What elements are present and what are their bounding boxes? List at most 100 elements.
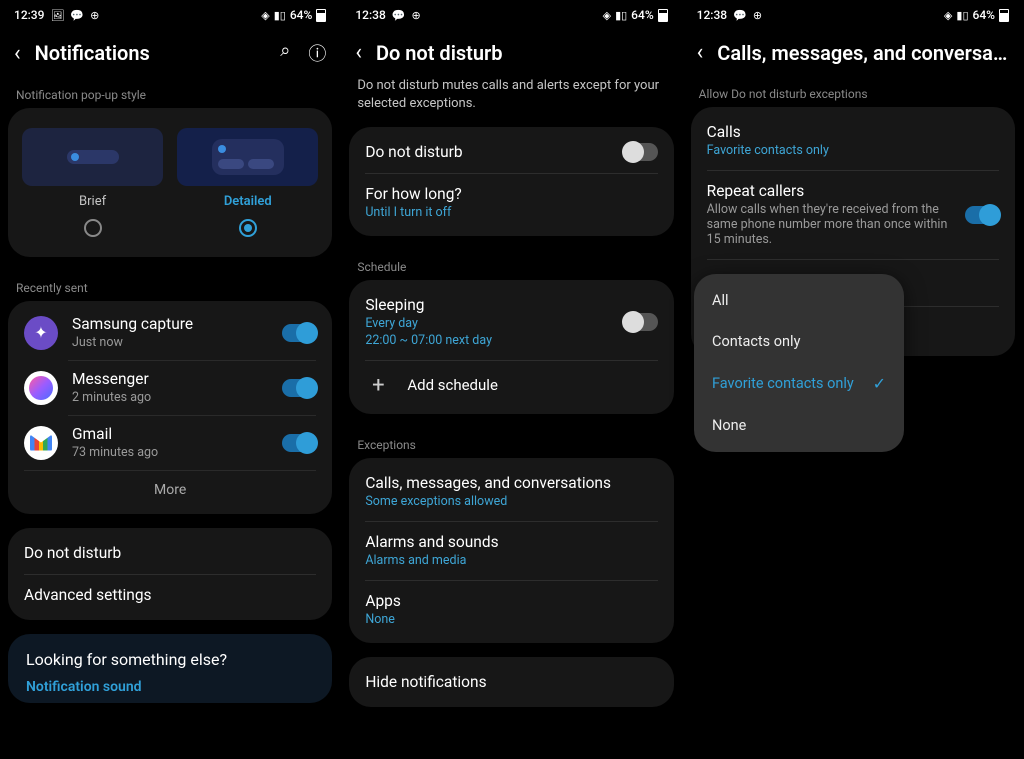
back-icon[interactable]: ‹ xyxy=(697,40,704,65)
signal-icon: ▮▯ xyxy=(615,9,627,22)
gmail-app-icon xyxy=(24,426,58,460)
check-icon: ✓ xyxy=(873,374,886,393)
schedule-card: Sleeping Every day 22:00 ~ 07:00 next da… xyxy=(349,280,673,414)
status-bar: 12:38 💬 ⊕ ◈ ▮▯ 64% xyxy=(683,0,1023,30)
calls-sub: Favorite contacts only xyxy=(707,143,999,158)
search-icon[interactable]: ⌕ xyxy=(280,40,290,66)
add-schedule-label: Add schedule xyxy=(407,376,498,394)
more-button[interactable]: More xyxy=(8,470,332,510)
apps-row[interactable]: Apps None xyxy=(349,580,673,639)
app-time: 73 minutes ago xyxy=(72,445,268,460)
advanced-settings-row[interactable]: Advanced settings xyxy=(8,574,332,616)
messenger-icon-2: ⊕ xyxy=(90,9,99,22)
dropdown-option-none[interactable]: None xyxy=(694,405,904,446)
schedule-name: Sleeping xyxy=(365,296,611,314)
hide-notifications-row[interactable]: Hide notifications xyxy=(349,661,673,703)
back-icon[interactable]: ‹ xyxy=(14,41,21,66)
calls-dropdown-menu: All Contacts only Favorite contacts only… xyxy=(694,274,904,452)
add-schedule-row[interactable]: + Add schedule xyxy=(349,360,673,410)
calls-row[interactable]: Calls, messages, and conversations Some … xyxy=(349,462,673,521)
plus-icon: + xyxy=(367,374,389,396)
dnd-toggle-row[interactable]: Do not disturb xyxy=(349,131,673,173)
footer-card: Looking for something else? Notification… xyxy=(8,634,332,703)
exceptions-label: Exceptions xyxy=(341,428,681,458)
messenger-icon: 💬 xyxy=(733,9,747,22)
status-bar: 12:38 💬 ⊕ ◈ ▮▯ 64% xyxy=(341,0,681,30)
status-time: 12:38 xyxy=(355,8,385,22)
settings-card: Do not disturb Advanced settings xyxy=(8,528,332,620)
recently-sent-label: Recently sent xyxy=(0,271,340,301)
popup-detailed-label: Detailed xyxy=(177,194,318,209)
app-time: Just now xyxy=(72,335,268,350)
repeat-callers-row[interactable]: Repeat callers Allow calls when they're … xyxy=(691,170,1015,259)
popup-style-label: Notification pop-up style xyxy=(0,78,340,108)
radio-brief[interactable] xyxy=(84,219,102,237)
app-item-messenger[interactable]: Messenger 2 minutes ago xyxy=(8,360,332,415)
alarms-sub: Alarms and media xyxy=(365,553,657,568)
wifi-icon: ◈ xyxy=(944,9,952,22)
messenger-icon: 💬 xyxy=(392,9,406,22)
battery-icon xyxy=(658,9,668,22)
page-title: Calls, messages, and conversa… xyxy=(717,41,1009,65)
app-name: Samsung capture xyxy=(72,315,268,333)
battery-pct: 64% xyxy=(631,8,653,22)
apps-label: Apps xyxy=(365,592,657,610)
screen-dnd: 12:38 💬 ⊕ ◈ ▮▯ 64% ‹ Do not disturb Do n… xyxy=(341,0,682,759)
popup-style-brief[interactable]: Brief xyxy=(22,128,163,237)
app-name: Messenger xyxy=(72,370,268,388)
page-title: Do not disturb xyxy=(376,41,668,65)
hide-card: Hide notifications xyxy=(349,657,673,707)
popup-style-detailed[interactable]: Detailed xyxy=(177,128,318,237)
app-time: 2 minutes ago xyxy=(72,390,268,405)
detailed-preview-icon xyxy=(212,139,284,175)
footer-title: Looking for something else? xyxy=(26,650,314,669)
info-icon[interactable]: ⓘ xyxy=(308,40,326,66)
toggle-repeat-callers[interactable] xyxy=(965,206,999,224)
samsung-capture-icon: ✦ xyxy=(24,316,58,350)
signal-icon: ▮▯ xyxy=(956,9,968,22)
dropdown-option-contacts[interactable]: Contacts only xyxy=(694,321,904,362)
schedule-label: Schedule xyxy=(341,250,681,280)
radio-detailed[interactable] xyxy=(239,219,257,237)
alarms-row[interactable]: Alarms and sounds Alarms and media xyxy=(349,521,673,580)
status-bar: 12:39 🖼 💬 ⊕ ◈ ▮▯ 64% xyxy=(0,0,340,30)
toggle-samsung-capture[interactable] xyxy=(282,324,316,342)
calls-setting-row[interactable]: Calls Favorite contacts only xyxy=(691,111,1015,170)
popup-brief-label: Brief xyxy=(22,194,163,209)
messenger-icon-2: ⊕ xyxy=(411,9,420,22)
repeat-sub: Allow calls when they're received from t… xyxy=(707,202,953,247)
exceptions-section-label: Allow Do not disturb exceptions xyxy=(683,77,1023,107)
schedule-time: 22:00 ~ 07:00 next day xyxy=(365,333,611,348)
back-icon[interactable]: ‹ xyxy=(355,40,362,65)
signal-icon: ▮▯ xyxy=(274,9,286,22)
brief-preview-icon xyxy=(67,150,119,164)
alarms-label: Alarms and sounds xyxy=(365,533,657,551)
dnd-toggle-label: Do not disturb xyxy=(365,143,611,161)
how-long-row[interactable]: For how long? Until I turn it off xyxy=(349,173,673,232)
status-time: 12:39 xyxy=(14,8,44,22)
battery-pct: 64% xyxy=(290,8,312,22)
toggle-gmail[interactable] xyxy=(282,434,316,452)
battery-pct: 64% xyxy=(973,8,995,22)
hide-label: Hide notifications xyxy=(365,673,657,691)
status-time: 12:38 xyxy=(697,8,727,22)
dropdown-option-all[interactable]: All xyxy=(694,280,904,321)
app-item-samsung-capture[interactable]: ✦ Samsung capture Just now xyxy=(8,305,332,360)
app-item-gmail[interactable]: Gmail 73 minutes ago xyxy=(8,415,332,470)
toggle-messenger[interactable] xyxy=(282,379,316,397)
header: ‹ Do not disturb xyxy=(341,30,681,77)
wifi-icon: ◈ xyxy=(603,9,611,22)
recent-apps-card: ✦ Samsung capture Just now Messenger 2 m… xyxy=(8,301,332,514)
notification-sound-link[interactable]: Notification sound xyxy=(26,679,314,695)
dropdown-option-favorites[interactable]: Favorite contacts only ✓ xyxy=(694,362,904,405)
repeat-label: Repeat callers xyxy=(707,182,953,200)
toggle-dnd[interactable] xyxy=(624,143,658,161)
battery-icon xyxy=(999,9,1009,22)
toggle-schedule-sleeping[interactable] xyxy=(624,313,658,331)
dnd-row[interactable]: Do not disturb xyxy=(8,532,332,574)
apps-sub: None xyxy=(365,612,657,627)
popup-style-card: Brief Detailed xyxy=(8,108,332,257)
schedule-sleeping-row[interactable]: Sleeping Every day 22:00 ~ 07:00 next da… xyxy=(349,284,673,360)
advanced-label: Advanced settings xyxy=(24,586,316,604)
image-icon: 🖼 xyxy=(50,9,64,22)
